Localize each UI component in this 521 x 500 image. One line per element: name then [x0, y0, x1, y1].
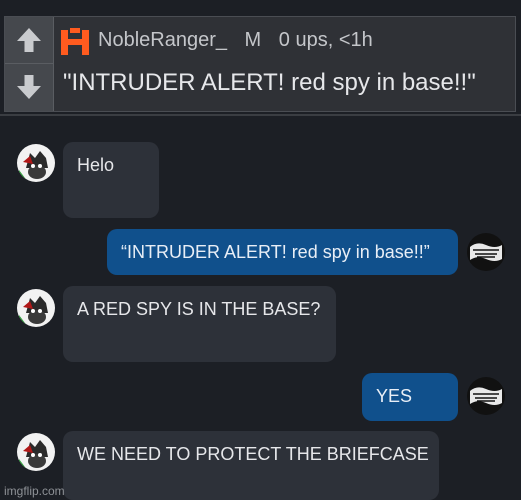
post-stats: 0 ups, <1h	[278, 29, 373, 51]
avatar[interactable]	[17, 433, 55, 471]
watermark: imgflip.com	[4, 484, 65, 498]
arrow-down-icon	[17, 75, 41, 99]
flair-badge: M	[244, 29, 262, 51]
message-bubble-sent[interactable]: YES	[362, 373, 458, 421]
message-bubble-received[interactable]: Helo	[63, 142, 159, 218]
author-link[interactable]: NobleRanger_	[98, 29, 227, 51]
avatar[interactable]	[17, 144, 55, 182]
message-bubble-received[interactable]: WE NEED TO PROTECT THE BRIEFCASE	[63, 431, 439, 500]
message-bubble-received[interactable]: A RED SPY IS IN THE BASE?	[63, 286, 336, 362]
post-title[interactable]: "INTRUDER ALERT! red spy in base!!"	[63, 69, 476, 97]
vote-column	[5, 17, 54, 111]
message-bubble-sent[interactable]: “INTRUDER ALERT! red spy in base!!”	[107, 229, 458, 275]
divider	[0, 114, 521, 116]
site-logo[interactable]	[60, 27, 90, 57]
arrow-up-icon	[17, 28, 41, 52]
upvote-button[interactable]	[5, 17, 53, 64]
avatar[interactable]	[467, 377, 505, 415]
post-meta: NobleRanger_ M 0 ups, <1h	[98, 29, 385, 52]
downvote-button[interactable]	[5, 64, 53, 110]
avatar[interactable]	[17, 289, 55, 327]
post-card: NobleRanger_ M 0 ups, <1h "INTRUDER ALER…	[4, 16, 516, 112]
avatar[interactable]	[467, 233, 505, 271]
